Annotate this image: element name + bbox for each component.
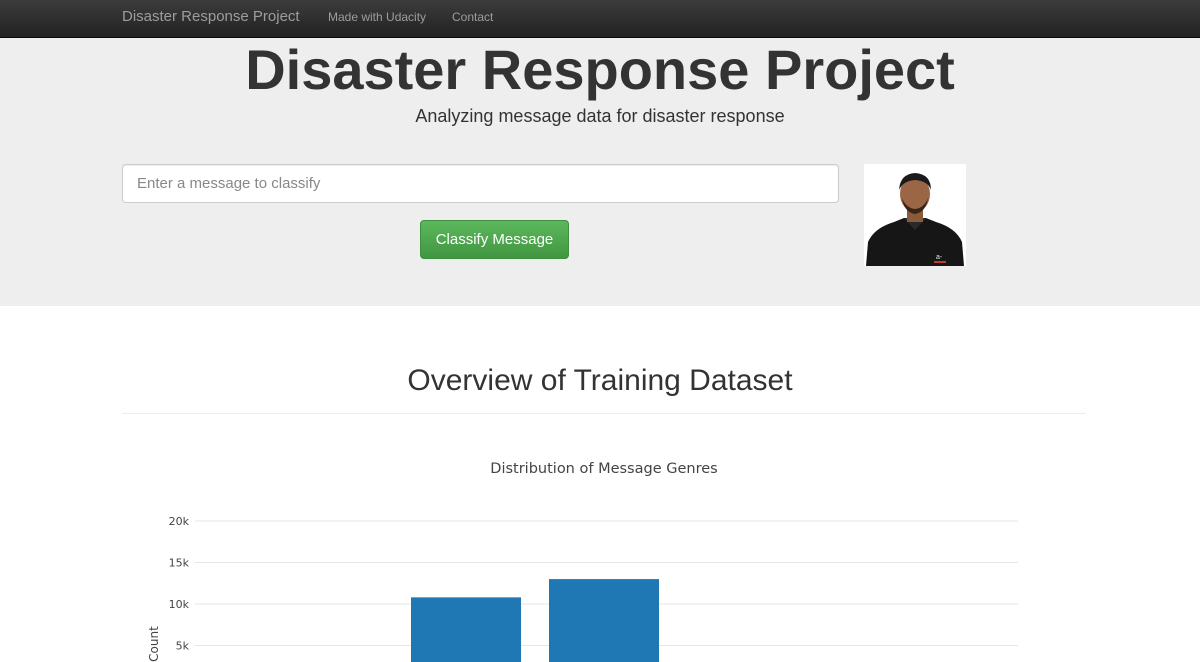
navbar-brand[interactable]: Disaster Response Project [122,8,300,25]
page-subtitle: Analyzing message data for disaster resp… [415,106,785,126]
top-navbar: Disaster Response Project Made with Udac… [0,0,1200,38]
chart-title: Distribution of Message Genres [490,461,717,477]
y-tick-label: 15k [169,557,190,570]
nav-link-udacity[interactable]: Made with Udacity [328,10,426,24]
nav-link-contact[interactable]: Contact [452,10,493,24]
overview-heading: Overview of Training Dataset [407,364,793,397]
jumbotron: Disaster Response Project Analyzing mess… [0,38,1200,306]
y-tick-label: 20k [169,515,190,528]
avatar: a- [864,164,966,266]
section-divider [122,413,1086,414]
genre-distribution-chart: Distribution of Message Genres 5k 10k 15k 2… [147,461,1018,662]
y-tick-label: 5k [176,640,190,653]
y-axis-label: Count [147,626,161,662]
classify-message-button[interactable]: Classify Message [420,220,569,259]
svg-text:a-: a- [936,254,943,261]
y-tick-label: 10k [169,598,190,611]
message-input[interactable] [122,164,839,203]
chart-bar[interactable] [549,579,659,662]
page-title: Disaster Response Project [245,38,955,101]
person-photo-icon: a- [864,164,966,266]
chart-bar[interactable] [411,597,521,662]
